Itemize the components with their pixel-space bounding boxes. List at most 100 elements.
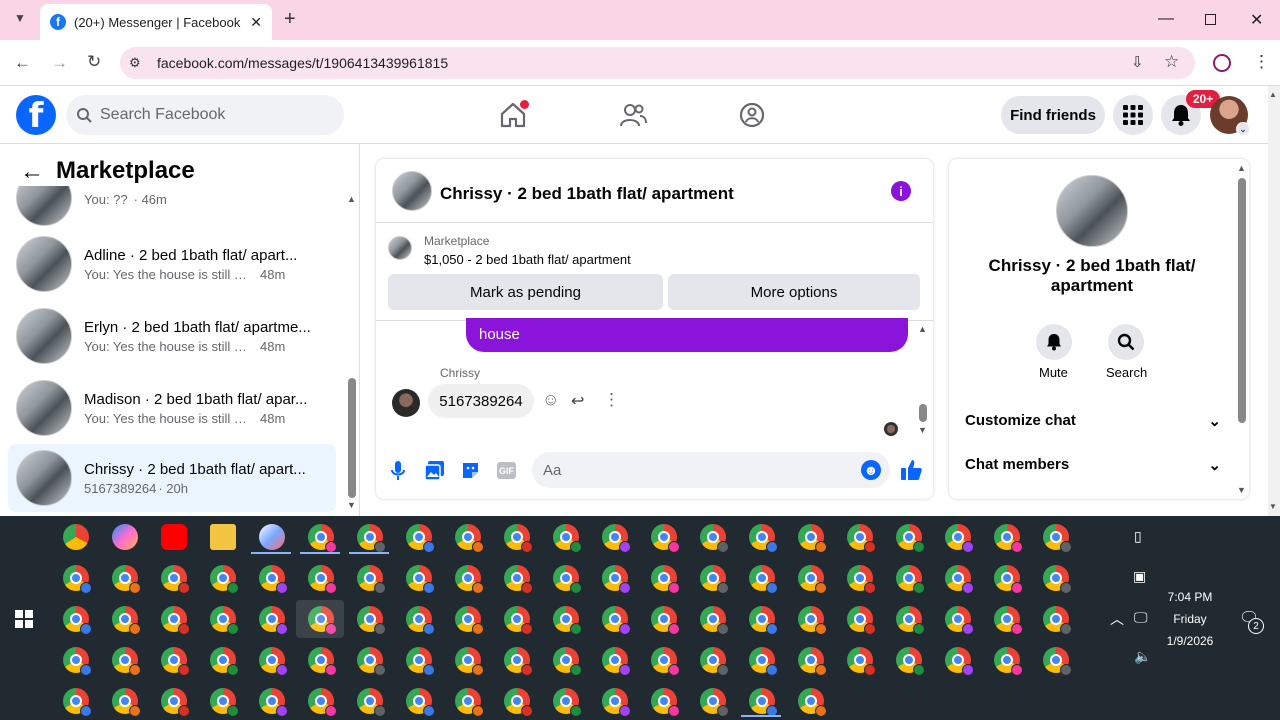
chrome-profile-icon[interactable]	[847, 565, 876, 594]
search-input[interactable]: Search Facebook	[66, 95, 344, 135]
chrome-profile-icon[interactable]	[504, 524, 533, 553]
chrome-profile-icon[interactable]	[602, 606, 631, 635]
chrome-profile-icon[interactable]	[455, 688, 484, 717]
info-icon[interactable]: i	[891, 181, 911, 201]
chrome-profile-icon[interactable]	[896, 647, 925, 676]
emoji-icon[interactable]: ☻	[861, 460, 881, 480]
chrome-profile-icon[interactable]	[553, 606, 582, 635]
chrome-profile-icon[interactable]	[749, 524, 778, 553]
chrome-profile-icon[interactable]	[504, 688, 533, 717]
chrome-profile-icon[interactable]	[357, 688, 386, 717]
chrome-profile-icon[interactable]	[945, 647, 974, 676]
chrome-profile-icon[interactable]	[847, 606, 876, 635]
sticker-icon[interactable]	[461, 461, 480, 480]
sidebar-scroll-down-icon[interactable]: ▼	[347, 500, 356, 510]
chrome-profile-icon[interactable]	[798, 688, 827, 717]
close-window-icon[interactable]: ✕	[1250, 10, 1263, 30]
chrome-profile-icon[interactable]	[357, 565, 386, 594]
volume-icon[interactable]: 🔈	[1134, 648, 1151, 665]
chrome-profile-icon[interactable]	[259, 688, 288, 717]
chrome-profile-icon[interactable]	[553, 688, 582, 717]
friends-icon[interactable]	[619, 101, 647, 129]
customize-chat-section[interactable]: Customize chat ⌄	[965, 412, 1221, 430]
details-avatar[interactable]	[1056, 175, 1128, 247]
search-conversation-button[interactable]	[1108, 324, 1144, 360]
chrome-profile-icon[interactable]	[847, 524, 876, 553]
url-field[interactable]: facebook.com/messages/t/1906413439961815	[120, 47, 1195, 79]
chrome-profile-icon[interactable]	[406, 688, 435, 717]
chat-title[interactable]: Chrissy · 2 bed 1bath flat/ apartment	[440, 184, 734, 204]
chrome-profile-icon[interactable]	[994, 565, 1023, 594]
chrome-profile-icon[interactable]	[1043, 524, 1072, 553]
chrome-profile-icon[interactable]	[749, 647, 778, 676]
listing-thumbnail[interactable]	[388, 236, 412, 260]
microphone-icon[interactable]	[390, 461, 406, 481]
chrome-profile-icon[interactable]	[700, 688, 729, 717]
chrome-profile-icon[interactable]	[161, 606, 190, 635]
mark-as-pending-button[interactable]: Mark as pending	[388, 274, 663, 310]
chat-scroll-down-icon[interactable]: ▼	[918, 425, 927, 435]
chrome-profile-icon[interactable]	[798, 565, 827, 594]
chrome-profile-icon[interactable]	[161, 647, 190, 676]
menu-button[interactable]	[1113, 95, 1153, 135]
close-tab-icon[interactable]: ✕	[250, 14, 262, 31]
chrome-profile-icon[interactable]	[455, 606, 484, 635]
conversation-item[interactable]: Madison · 2 bed 1bath flat/ apar... You:…	[8, 374, 336, 442]
chrome-profile-icon[interactable]	[112, 688, 141, 717]
tab-list-chevron-icon[interactable]: ▼	[14, 11, 26, 25]
chrome-profile-icon[interactable]	[1043, 606, 1072, 635]
chrome-profile-icon[interactable]	[63, 606, 92, 635]
message-input[interactable]: Aa	[532, 452, 890, 488]
chrome-profile-icon[interactable]	[455, 647, 484, 676]
chrome-profile-icon[interactable]	[945, 606, 974, 635]
chat-scrollbar[interactable]	[919, 404, 927, 422]
chrome-profile-icon[interactable]	[308, 688, 337, 717]
chrome-profile-icon[interactable]	[651, 524, 680, 553]
more-actions-icon[interactable]: ⋮	[603, 390, 620, 410]
page-scrollbar[interactable]	[1268, 86, 1280, 516]
chrome-profile-icon[interactable]	[406, 647, 435, 676]
browser-menu-icon[interactable]: ⋮	[1253, 52, 1270, 72]
chrome-icon[interactable]	[63, 524, 89, 550]
chrome-profile-icon[interactable]	[553, 565, 582, 594]
chrome-profile-icon[interactable]	[945, 524, 974, 553]
chrome-profile-icon[interactable]	[63, 647, 92, 676]
chrome-profile-icon[interactable]	[651, 606, 680, 635]
conversation-item[interactable]: Erlyn · 2 bed 1bath flat/ apartme... You…	[8, 302, 336, 370]
chrome-profile-icon[interactable]	[455, 565, 484, 594]
mute-button[interactable]	[1036, 324, 1072, 360]
show-hidden-icons-chevron-icon[interactable]: ︿	[1110, 609, 1124, 629]
chrome-profile-icon[interactable]	[700, 524, 729, 553]
chrome-profile-icon[interactable]	[112, 565, 141, 594]
chrome-profile-icon[interactable]	[112, 647, 141, 676]
chrome-profile-icon[interactable]	[1043, 647, 1072, 676]
chrome-profile-icon[interactable]	[504, 565, 533, 594]
chrome-profile-icon[interactable]	[602, 647, 631, 676]
chrome-profile-icon[interactable]	[308, 565, 337, 594]
groups-icon[interactable]	[738, 101, 766, 129]
back-arrow-icon[interactable]: ←	[20, 158, 44, 186]
chrome-profile-icon[interactable]	[798, 606, 827, 635]
chrome-profile-icon[interactable]	[406, 565, 435, 594]
chrome-profile-icon[interactable]	[406, 606, 435, 635]
conversation-item[interactable]: Adline · 2 bed 1bath flat/ apart... You:…	[8, 230, 336, 298]
windows-start-icon[interactable]	[15, 610, 33, 628]
find-friends-button[interactable]: Find friends	[1001, 96, 1105, 134]
page-scroll-up-icon[interactable]: ▲	[1269, 90, 1277, 99]
chrome-profile-icon[interactable]	[651, 565, 680, 594]
new-tab-icon[interactable]: +	[284, 8, 296, 31]
chrome-profile-icon[interactable]	[210, 565, 239, 594]
chrome-profile-icon[interactable]	[455, 524, 484, 553]
chrome-profile-icon[interactable]	[994, 606, 1023, 635]
chrome-profile-icon[interactable]	[210, 606, 239, 635]
chrome-profile-icon[interactable]	[63, 565, 92, 594]
outgoing-message-bubble[interactable]: house	[466, 318, 908, 352]
chrome-profile-icon[interactable]	[161, 688, 190, 717]
network-icon[interactable]: 🖵	[1134, 609, 1148, 626]
account-chevron-icon[interactable]: ⌄	[1236, 122, 1250, 136]
details-scroll-down-icon[interactable]: ▼	[1237, 485, 1246, 495]
minimize-icon[interactable]: —	[1158, 10, 1174, 28]
page-scroll-down-icon[interactable]: ▼	[1269, 502, 1277, 511]
photo-icon[interactable]	[425, 461, 444, 480]
chrome-profile-icon[interactable]	[161, 565, 190, 594]
